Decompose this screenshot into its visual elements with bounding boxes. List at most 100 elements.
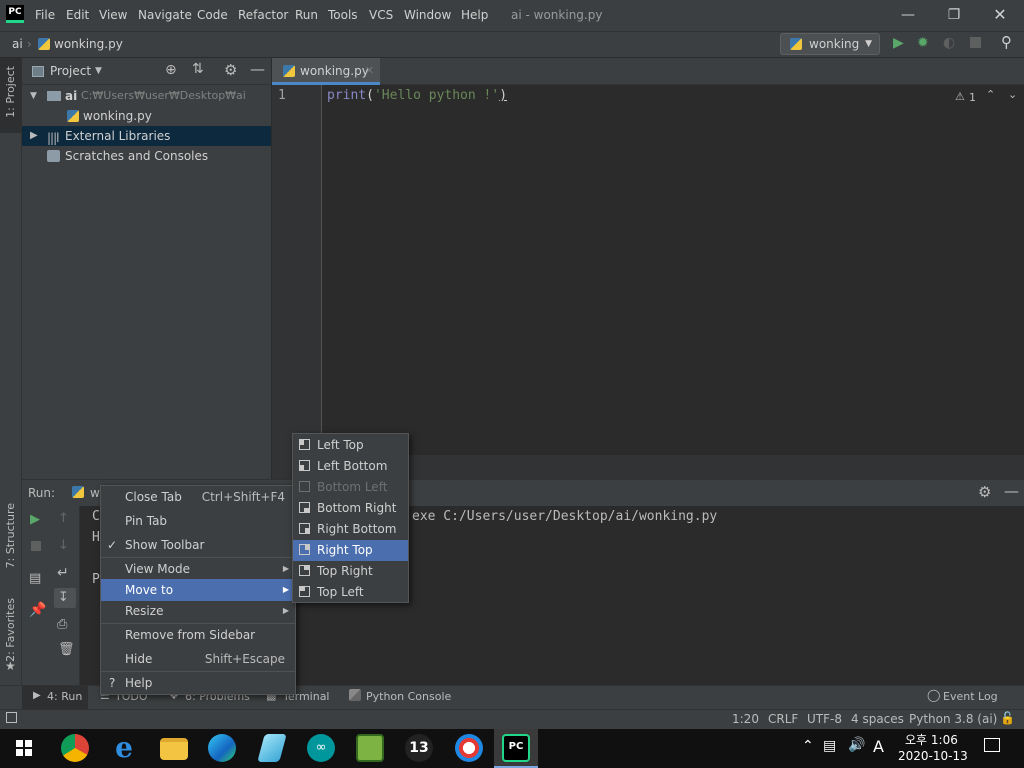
submenu-item-left-top[interactable]: Left Top xyxy=(293,435,408,456)
chevron-up-icon[interactable]: ⌃ xyxy=(986,88,995,101)
menu-item-close-tab[interactable]: Close Tab Ctrl+Shift+F4 xyxy=(101,486,295,508)
notification-icon[interactable] xyxy=(984,738,1000,752)
submenu-item-top-left[interactable]: Top Left xyxy=(293,582,408,603)
tree-row-scratches[interactable]: Scratches and Consoles xyxy=(22,146,271,166)
status-indent[interactable]: 4 spaces xyxy=(851,712,904,726)
windows-start-icon[interactable] xyxy=(16,740,32,756)
hide-panel-icon[interactable]: — xyxy=(250,60,265,78)
project-view-title[interactable]: Project xyxy=(50,64,91,78)
menu-tools[interactable]: Tools xyxy=(328,8,358,22)
gear-icon[interactable]: ⚙ xyxy=(224,61,237,79)
menu-item-pin-tab[interactable]: Pin Tab xyxy=(101,510,295,532)
app-icon[interactable]: 13 xyxy=(405,734,433,762)
menu-vcs[interactable]: VCS xyxy=(369,8,393,22)
breadcrumb-root[interactable]: ai xyxy=(12,37,23,51)
minimize-icon[interactable]: — xyxy=(898,5,918,25)
pycharm-icon[interactable]: PC xyxy=(502,734,530,762)
menu-code[interactable]: Code xyxy=(197,8,228,22)
tool-tab-event-log[interactable]: Event Log xyxy=(943,690,998,703)
collapse-all-icon[interactable]: ⇅ xyxy=(192,61,204,77)
edge-icon[interactable] xyxy=(208,734,236,762)
network-icon[interactable]: ▤ xyxy=(823,738,836,754)
restore-icon[interactable]: ❐ xyxy=(944,5,964,25)
arduino-icon[interactable]: ∞ xyxy=(307,734,335,762)
debug-icon[interactable]: ✹ xyxy=(917,35,929,51)
console-line-partial: P xyxy=(92,572,100,587)
menu-item-show-toolbar[interactable]: ✓ Show Toolbar xyxy=(101,534,295,556)
close-tab-icon[interactable]: ✕ xyxy=(365,58,374,84)
tool-window-favorites[interactable]: 2: Favorites xyxy=(4,598,17,662)
menu-view[interactable]: View xyxy=(99,8,127,22)
submenu-item-left-bottom[interactable]: Left Bottom xyxy=(293,456,408,477)
tree-row-project-root[interactable]: ▼ ai C:₩Users₩user₩Desktop₩ai xyxy=(22,86,271,106)
coverage-icon[interactable]: ◐ xyxy=(943,35,955,51)
shortcut: Ctrl+Shift+F4 xyxy=(201,490,285,504)
volume-icon[interactable]: 🔊 xyxy=(848,737,865,753)
chevron-down-icon: ▼ xyxy=(30,91,37,101)
tree-row-external-libraries[interactable]: ▶ |||l External Libraries xyxy=(22,126,271,146)
print-icon[interactable]: ⎙ xyxy=(57,617,67,632)
close-icon[interactable]: ✕ xyxy=(990,5,1010,25)
right-bottom-icon xyxy=(299,523,310,534)
tree-label: ai xyxy=(65,89,78,103)
file-explorer-icon[interactable] xyxy=(160,738,188,760)
hide-panel-icon[interactable]: — xyxy=(1004,482,1019,500)
tool-windows-icon[interactable] xyxy=(6,712,17,723)
pin-icon[interactable]: 📌 xyxy=(29,602,46,618)
submenu-item-right-top[interactable]: Right Top xyxy=(293,540,408,561)
status-encoding[interactable]: UTF-8 xyxy=(807,712,842,726)
locate-icon[interactable]: ⊕ xyxy=(165,62,177,78)
menu-file[interactable]: File xyxy=(35,8,55,22)
chevron-down-icon[interactable]: ⌄ xyxy=(1008,88,1017,101)
tree-row-file[interactable]: wonking.py xyxy=(22,106,271,126)
run-tab-label[interactable]: w xyxy=(90,486,100,500)
warning-icon[interactable]: ⚠ xyxy=(955,90,965,103)
trash-icon[interactable]: 🗑 xyxy=(58,642,75,657)
menu-edit[interactable]: Edit xyxy=(66,8,89,22)
rerun-icon[interactable]: ▶ xyxy=(30,512,40,527)
gear-icon[interactable]: ⚙ xyxy=(978,483,991,501)
arrow-down-icon[interactable]: ↓ xyxy=(58,538,69,553)
search-icon[interactable]: ⚲ xyxy=(1001,33,1012,51)
status-line-separator[interactable]: CRLF xyxy=(768,712,798,726)
layout-icon[interactable]: ▤ xyxy=(29,571,41,586)
lock-icon[interactable]: 🔓 xyxy=(1000,711,1015,725)
breadcrumb-file[interactable]: wonking.py xyxy=(54,37,123,51)
menu-item-remove-from-sidebar[interactable]: Remove from Sidebar xyxy=(101,624,295,646)
clock-time[interactable]: 오후 1:06 xyxy=(905,731,958,748)
chevron-up-icon[interactable]: ⌃ xyxy=(802,738,814,754)
arrow-up-icon[interactable]: ↑ xyxy=(58,511,69,526)
code-editor[interactable] xyxy=(323,85,1024,455)
menu-window[interactable]: Window xyxy=(404,8,451,22)
menu-refactor[interactable]: Refactor xyxy=(238,8,288,22)
run-icon[interactable]: ▶ xyxy=(893,35,904,51)
menu-run[interactable]: Run xyxy=(295,8,318,22)
menu-item-resize[interactable]: Resize ▶ xyxy=(101,600,295,622)
android-studio-icon[interactable] xyxy=(356,734,384,762)
code-line[interactable]: print('Hello python !') xyxy=(327,88,507,103)
stop-icon[interactable] xyxy=(31,541,41,551)
internet-explorer-icon[interactable]: e xyxy=(110,734,138,762)
chevron-down-icon[interactable]: ▼ xyxy=(95,66,102,76)
menu-item-move-to[interactable]: Move to ▶ xyxy=(101,579,295,601)
menu-navigate[interactable]: Navigate xyxy=(138,8,192,22)
status-interpreter[interactable]: Python 3.8 (ai) xyxy=(909,712,997,726)
tool-window-structure[interactable]: 7: Structure xyxy=(4,503,17,568)
tool-tab-python-console[interactable]: Python Console xyxy=(366,690,451,703)
menu-item-help[interactable]: ? Help xyxy=(101,672,295,694)
menu-item-hide[interactable]: Hide Shift+Escape xyxy=(101,648,295,670)
tool-window-project[interactable]: 1: Project xyxy=(4,66,17,118)
stop-icon[interactable] xyxy=(970,37,981,48)
status-caret-position[interactable]: 1:20 xyxy=(732,712,759,726)
menu-help[interactable]: Help xyxy=(461,8,488,22)
submenu-item-right-bottom[interactable]: Right Bottom xyxy=(293,519,408,540)
soft-wrap-icon[interactable]: ↵ xyxy=(57,565,69,581)
ime-indicator[interactable]: A xyxy=(873,737,884,756)
chrome-icon[interactable] xyxy=(61,734,89,762)
submenu-item-top-right[interactable]: Top Right xyxy=(293,561,408,582)
submenu-item-bottom-right[interactable]: Bottom Right xyxy=(293,498,408,519)
clock-date[interactable]: 2020-10-13 xyxy=(898,749,968,763)
paint-icon[interactable] xyxy=(455,734,483,762)
tool-tab-run[interactable]: 4: Run xyxy=(47,690,82,703)
menu-item-view-mode[interactable]: View Mode ▶ xyxy=(101,558,295,580)
